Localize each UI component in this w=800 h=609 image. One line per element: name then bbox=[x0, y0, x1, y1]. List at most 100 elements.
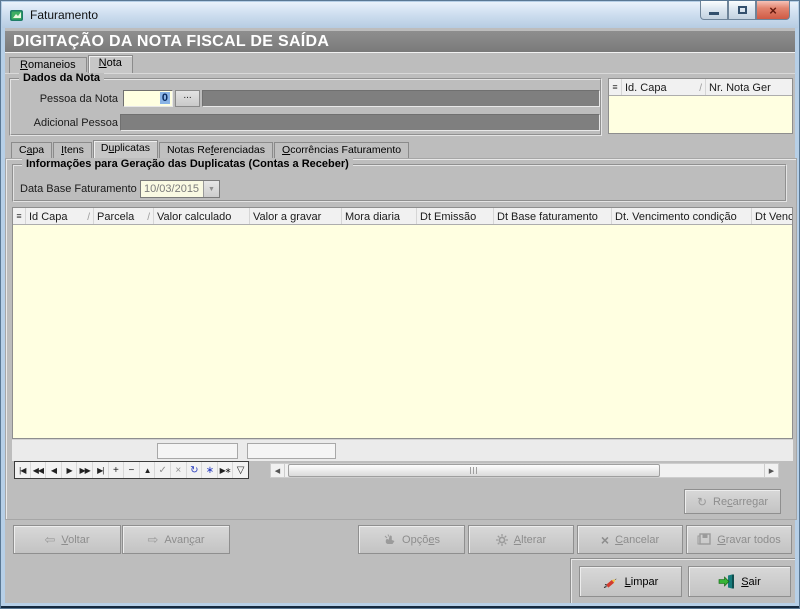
col-parcela[interactable]: Parcela/ bbox=[94, 208, 154, 224]
nav-post-button[interactable]: ✓ bbox=[155, 462, 171, 478]
page-title: DIGITAÇÃO DA NOTA FISCAL DE SAÍDA bbox=[5, 31, 795, 53]
nav-cancel-button[interactable]: × bbox=[171, 462, 187, 478]
notas-grid-header: ≡ Id. Capa/ Nr. Nota Ger bbox=[609, 79, 792, 96]
nav-last-button[interactable]: ▶| bbox=[93, 462, 109, 478]
filter-funnel-icon: ▽ bbox=[237, 465, 245, 476]
tab-capa[interactable]: Capa bbox=[11, 142, 52, 158]
pessoa-nome-field-disabled[interactable] bbox=[202, 90, 600, 107]
first-record-icon: |◀ bbox=[19, 466, 25, 475]
sort-icon: / bbox=[147, 212, 150, 223]
voltar-button[interactable]: ⇦ Voltar bbox=[13, 525, 121, 554]
dropdown-button[interactable]: ▼ bbox=[203, 181, 219, 197]
cancelar-button[interactable]: × Cancelar bbox=[577, 525, 683, 554]
tab-ocorrencias-faturamento[interactable]: Ocorrências Faturamento bbox=[274, 142, 409, 158]
scrollbar-thumb[interactable] bbox=[288, 464, 660, 477]
tab-nota[interactable]: Nota bbox=[88, 55, 133, 73]
nav-next-page-button[interactable]: ▶▶ bbox=[77, 462, 93, 478]
tab-divider bbox=[5, 73, 795, 74]
delete-icon: − bbox=[129, 465, 135, 476]
footer-total-box-1[interactable] bbox=[157, 443, 238, 459]
refresh-icon: ↻ bbox=[190, 465, 197, 476]
avancar-button[interactable]: ⇨ Avançar bbox=[122, 525, 230, 554]
grid-menu-icon[interactable]: ≡ bbox=[13, 208, 26, 224]
nav-delete-button[interactable]: − bbox=[124, 462, 140, 478]
nav-filter-button[interactable]: ▽ bbox=[233, 462, 248, 478]
footer-total-box-2[interactable] bbox=[247, 443, 336, 459]
record-navigator: |◀ ◀◀ ◀ ▶ ▶▶ ▶| + − ▲ ✓ × ↻ ∗ ▶∗ ▽ bbox=[14, 461, 249, 479]
nav-prior-page-button[interactable]: ◀◀ bbox=[31, 462, 47, 478]
main-tab-bar: Capa Itens Duplicatas Notas Referenciada… bbox=[11, 140, 410, 158]
horizontal-scrollbar: ◀ ▶ bbox=[270, 463, 779, 478]
nav-edit-button[interactable]: ▲ bbox=[140, 462, 156, 478]
duplicatas-tab-page: Informações para Geração das Duplicatas … bbox=[5, 158, 797, 520]
gear-icon bbox=[496, 534, 508, 546]
options-hand-icon bbox=[383, 533, 396, 546]
col-dt-base-faturamento[interactable]: Dt Base faturamento bbox=[494, 208, 612, 224]
group-title: Informações para Geração das Duplicatas … bbox=[22, 158, 353, 170]
dados-da-nota-group: Dados da Nota Pessoa da Nota 0 ... Adici… bbox=[9, 78, 602, 136]
nav-bookmark-button[interactable]: ∗ bbox=[202, 462, 218, 478]
duplicatas-grid-header: ≡ Id Capa/ Parcela/ Valor calculado Valo… bbox=[13, 208, 792, 225]
minimize-button[interactable] bbox=[700, 1, 728, 20]
limpar-button[interactable]: Limpar bbox=[579, 566, 682, 597]
pessoa-browse-button[interactable]: ... bbox=[175, 90, 200, 107]
app-window: Faturamento × DIGITAÇÃO DA NOTA FISCAL D… bbox=[0, 0, 800, 609]
col-mora-diaria[interactable]: Mora diaria bbox=[342, 208, 417, 224]
titlebar[interactable]: Faturamento bbox=[2, 2, 798, 28]
window-frame-bottom bbox=[1, 606, 799, 608]
last-record-icon: ▶| bbox=[97, 466, 103, 475]
col-id-capa[interactable]: Id. Capa/ bbox=[622, 79, 706, 95]
adicional-pessoa-field-disabled[interactable] bbox=[120, 114, 600, 131]
top-tab-bar: Romaneios Nota bbox=[9, 55, 134, 73]
maximize-icon bbox=[738, 6, 747, 14]
col-nr-nota[interactable]: Nr. Nota Ger bbox=[706, 79, 792, 95]
opcoes-button[interactable]: Opções bbox=[358, 525, 465, 554]
col-valor-calculado[interactable]: Valor calculado bbox=[154, 208, 250, 224]
alterar-button[interactable]: Alterar bbox=[468, 525, 574, 554]
maximize-button[interactable] bbox=[728, 1, 756, 20]
data-base-value: 10/03/2015 bbox=[141, 181, 203, 197]
nav-first-button[interactable]: |◀ bbox=[15, 462, 31, 478]
duplicatas-grid-body[interactable] bbox=[13, 225, 792, 438]
notas-grid-body[interactable] bbox=[609, 96, 792, 133]
insert-icon: + bbox=[113, 465, 119, 476]
arrow-left-icon: ⇦ bbox=[44, 533, 55, 546]
reload-icon: ↻ bbox=[697, 496, 707, 508]
col-id-capa[interactable]: Id Capa/ bbox=[26, 208, 94, 224]
col-valor-a-gravar[interactable]: Valor a gravar bbox=[250, 208, 342, 224]
nav-next-button[interactable]: ▶ bbox=[62, 462, 78, 478]
nav-goto-bookmark-button[interactable]: ▶∗ bbox=[218, 462, 234, 478]
informacoes-group: Informações para Geração das Duplicatas … bbox=[12, 164, 787, 202]
recarregar-button[interactable]: ↻ Recarregar bbox=[684, 489, 781, 514]
cancel-x-icon: × bbox=[175, 465, 181, 476]
close-button[interactable]: × bbox=[756, 1, 790, 20]
col-dt-vencimento-condicao[interactable]: Dt. Vencimento condição bbox=[612, 208, 752, 224]
col-dt-emissao[interactable]: Dt Emissão bbox=[417, 208, 494, 224]
minimize-icon bbox=[709, 12, 719, 15]
duplicatas-grid[interactable]: ≡ Id Capa/ Parcela/ Valor calculado Valo… bbox=[12, 207, 793, 439]
gravar-todos-button[interactable]: Gravar todos bbox=[686, 525, 792, 554]
tab-romaneios[interactable]: Romaneios bbox=[9, 57, 87, 73]
edit-icon: ▲ bbox=[144, 466, 151, 475]
tab-duplicatas[interactable]: Duplicatas bbox=[93, 140, 158, 158]
nav-insert-button[interactable]: + bbox=[109, 462, 125, 478]
scroll-left-button[interactable]: ◀ bbox=[270, 463, 285, 478]
next-record-icon: ▶ bbox=[67, 466, 72, 475]
sair-button[interactable]: Sair bbox=[688, 566, 791, 597]
col-dt-venc[interactable]: Dt Venc bbox=[752, 208, 792, 224]
grid-menu-icon[interactable]: ≡ bbox=[609, 79, 622, 95]
scroll-right-button[interactable]: ▶ bbox=[764, 463, 779, 478]
exit-door-icon bbox=[718, 574, 735, 589]
notas-list-grid[interactable]: ≡ Id. Capa/ Nr. Nota Ger bbox=[608, 78, 793, 134]
nav-prior-button[interactable]: ◀ bbox=[46, 462, 62, 478]
adicional-pessoa-label: Adicional Pessoa bbox=[11, 117, 118, 129]
prior-record-icon: ◀ bbox=[51, 466, 56, 475]
pessoa-da-nota-input[interactable]: 0 bbox=[123, 90, 173, 107]
tab-itens[interactable]: Itens bbox=[53, 142, 92, 158]
nav-refresh-button[interactable]: ↻ bbox=[187, 462, 203, 478]
tab-notas-referenciadas[interactable]: Notas Referenciadas bbox=[159, 142, 273, 158]
data-base-combo[interactable]: 10/03/2015 ▼ bbox=[140, 180, 220, 198]
sort-icon: / bbox=[699, 83, 702, 94]
chevron-down-icon: ▼ bbox=[208, 186, 215, 193]
scrollbar-track[interactable] bbox=[285, 463, 764, 478]
